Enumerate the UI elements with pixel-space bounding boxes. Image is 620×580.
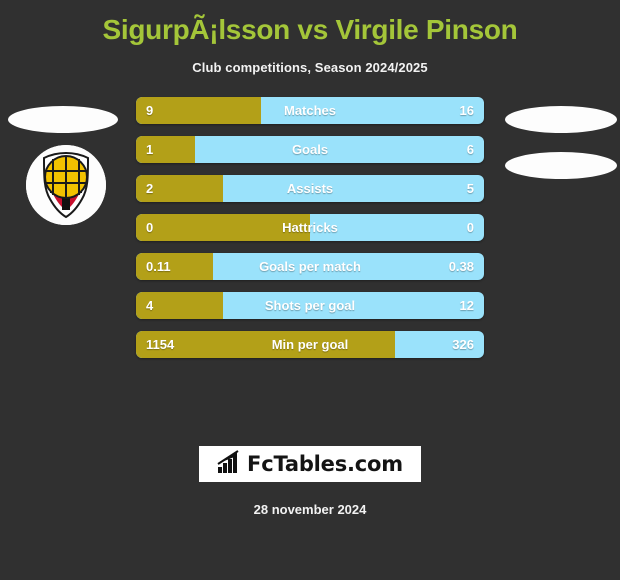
stat-right-value-min-per-goal: 326 <box>452 337 474 353</box>
stat-right-value-assists: 5 <box>466 181 474 197</box>
stat-row-min-per-goal: 1154 Min per goal 326 <box>136 331 484 359</box>
stat-right-value-shots-per-goal: 12 <box>459 298 474 314</box>
stat-label-shots-per-goal: Shots per goal <box>264 298 356 314</box>
right-player-photo-placeholder-1 <box>505 106 617 134</box>
right-player-photo-placeholder-2 <box>505 152 617 180</box>
stat-label-hattricks: Hattricks <box>282 220 338 236</box>
stat-label-assists: Assists <box>286 181 334 197</box>
stats-bar-list: 9 Matches 16 1 Goals 6 2 Assists 5 0 Hat… <box>136 97 484 370</box>
stat-row-matches: 9 Matches 16 <box>136 97 484 125</box>
page-title: SigurpÃ¡lsson vs Virgile Pinson <box>102 14 518 45</box>
stat-row-goals: 1 Goals 6 <box>136 136 484 164</box>
stat-row-assists: 2 Assists 5 <box>136 175 484 203</box>
stat-right-value-goals-per-match: 0.38 <box>448 259 474 275</box>
stat-row-goals-per-match: 0.11 Goals per match 0.38 <box>136 253 484 281</box>
stat-row-shots-per-goal: 4 Shots per goal 12 <box>136 292 484 320</box>
fctables-logo-text: FcTables.com <box>247 452 403 476</box>
stat-label-matches: Matches <box>283 103 337 119</box>
stat-label-min-per-goal: Min per goal <box>271 337 349 353</box>
generated-date: 28 november 2024 <box>253 502 367 517</box>
stat-label-goals: Goals <box>291 142 329 158</box>
stat-right-value-goals: 6 <box>466 142 474 158</box>
bar-chart-trending-up-icon <box>217 449 243 479</box>
stat-row-hattricks: 0 Hattricks 0 <box>136 214 484 242</box>
page-subtitle: Club competitions, Season 2024/2025 <box>192 60 428 76</box>
player-comparison: 9 Matches 16 1 Goals 6 2 Assists 5 0 Hat… <box>0 97 620 397</box>
stat-right-value-matches: 16 <box>459 103 474 119</box>
club-badge-icon <box>26 145 106 226</box>
left-player-photo-placeholder <box>8 106 118 134</box>
fctables-logo[interactable]: FcTables.com <box>199 446 421 482</box>
stat-right-value-hattricks: 0 <box>466 220 474 236</box>
stat-label-goals-per-match: Goals per match <box>259 259 361 275</box>
